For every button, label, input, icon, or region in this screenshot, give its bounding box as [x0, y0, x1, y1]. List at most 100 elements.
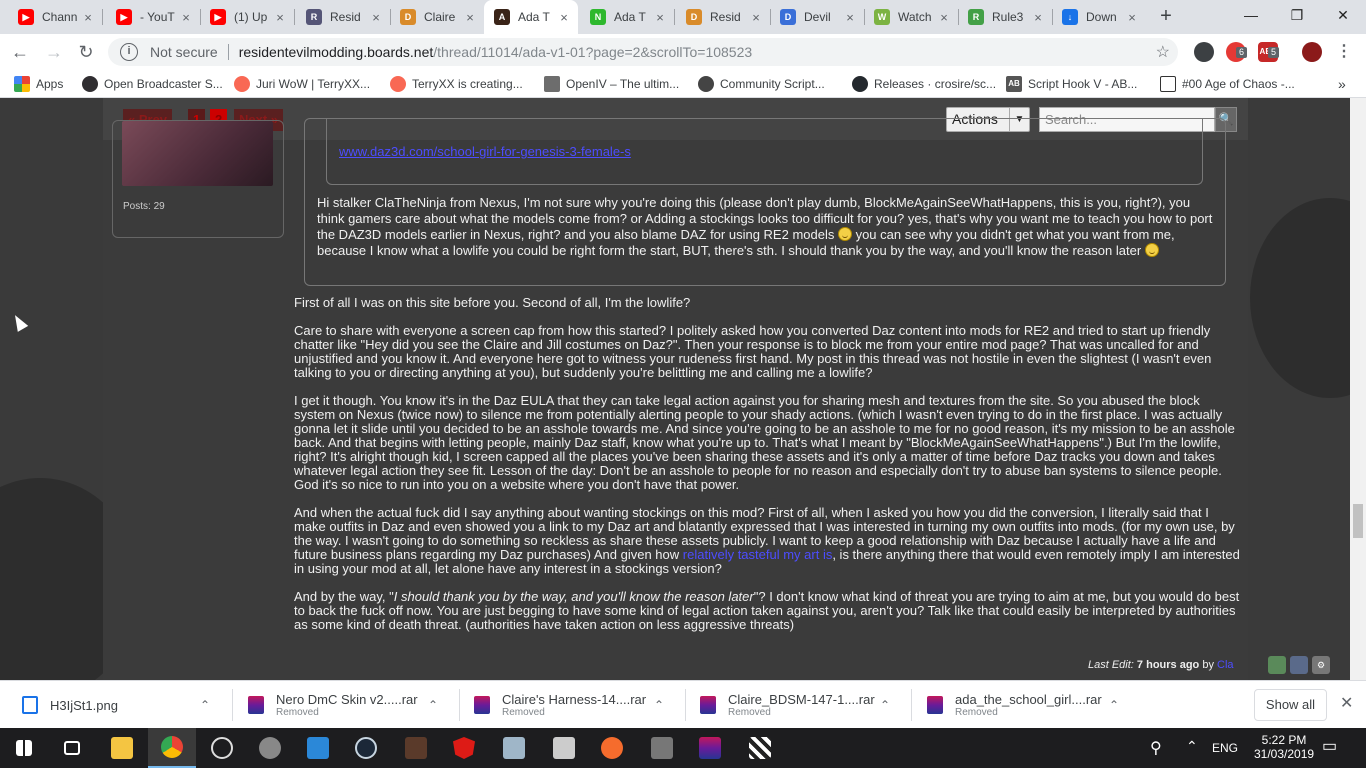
xsplit-button[interactable]	[540, 728, 588, 768]
menu-icon[interactable]: ⋮	[1334, 42, 1354, 62]
chevron-up-icon[interactable]: ⌃	[428, 698, 438, 712]
browser-tab[interactable]: ↓ Down ×	[1052, 0, 1146, 34]
start-button[interactable]	[0, 728, 48, 768]
language-indicator[interactable]: ENG	[1212, 741, 1238, 768]
close-downloads-icon[interactable]: ✕	[1340, 693, 1353, 713]
page-scrollbar[interactable]	[1350, 98, 1366, 680]
bookmark-label: Juri WoW | TerryXX...	[256, 77, 371, 91]
close-tab-icon[interactable]: ×	[556, 10, 572, 25]
chevron-up-icon[interactable]: ⌃	[1109, 698, 1119, 712]
tab-title: Devil	[804, 10, 831, 24]
close-tab-icon[interactable]: ×	[178, 10, 194, 25]
satellite-app-button[interactable]	[246, 728, 294, 768]
close-tab-icon[interactable]: ×	[936, 10, 952, 25]
bookmark-age-of-chaos[interactable]: #00 Age of Chaos -...	[1160, 70, 1295, 98]
close-tab-icon[interactable]: ×	[462, 10, 478, 25]
reload-button[interactable]: ↻	[72, 38, 100, 66]
scrollbar-thumb[interactable]	[1353, 504, 1363, 538]
download-item[interactable]: Nero DmC Skin v2.....rar Removed ⌃	[248, 681, 448, 729]
browser-tab[interactable]: W Watch ×	[864, 0, 958, 34]
forward-button[interactable]: →	[40, 38, 68, 66]
bookmark-openiv[interactable]: OpenIV – The ultim...	[544, 70, 679, 98]
browser-tab[interactable]: R Rule3 ×	[958, 0, 1052, 34]
m-app-button[interactable]	[638, 728, 686, 768]
browser-tab[interactable]: R Resid ×	[296, 0, 390, 34]
profile-avatar[interactable]	[1302, 42, 1322, 62]
store-app-button[interactable]	[490, 728, 538, 768]
maximize-button[interactable]: ❐	[1274, 0, 1320, 30]
winrar-button[interactable]	[686, 728, 734, 768]
browser-tab[interactable]: D Resid ×	[676, 0, 770, 34]
file-explorer-button[interactable]	[98, 728, 146, 768]
tab-title: Watch	[898, 10, 932, 24]
bookmark-juri[interactable]: Juri WoW | TerryXX...	[234, 70, 370, 98]
chevron-up-icon[interactable]: ⌃	[880, 698, 890, 712]
close-tab-icon[interactable]: ×	[272, 10, 288, 25]
close-tab-icon[interactable]: ×	[842, 10, 858, 25]
windows-taskbar: ⚲ ⌃ ENG 5:22 PM 31/03/2019 ▭	[0, 728, 1366, 768]
bookmark-github[interactable]: Releases · crosire/sc...	[852, 70, 996, 98]
address-bar[interactable]: i Not secure residentevilmodding.boards.…	[108, 38, 1178, 66]
download-item[interactable]: Claire_BDSM-147-1....rar Removed ⌃	[700, 681, 900, 729]
browser-tab[interactable]: D Devil ×	[770, 0, 864, 34]
close-tab-icon[interactable]: ×	[652, 10, 668, 25]
download-name-group: H3IjSt1.png	[50, 698, 118, 713]
close-tab-icon[interactable]: ×	[80, 10, 96, 25]
browser-tab[interactable]: ▶ Chann ×	[8, 0, 102, 34]
window-icon[interactable]	[1290, 656, 1308, 674]
download-item[interactable]: ada_the_school_girl....rar Removed ⌃	[927, 681, 1127, 729]
browser-tab[interactable]: D Claire ×	[390, 0, 484, 34]
extension-icon[interactable]	[1194, 42, 1214, 62]
bookmark-obs[interactable]: Open Broadcaster S...	[82, 70, 223, 98]
download-item[interactable]: H3IjSt1.png ⌃	[22, 681, 222, 729]
chevron-up-icon[interactable]: ⌃	[654, 698, 664, 712]
m-app-icon	[651, 737, 673, 759]
show-all-downloads-button[interactable]: Show all	[1254, 689, 1327, 721]
back-button[interactable]: ←	[6, 38, 34, 66]
bookmark-label: Releases · crosire/sc...	[874, 77, 997, 91]
bookmark-terryxx[interactable]: TerryXX is creating...	[390, 70, 523, 98]
clock[interactable]: 5:22 PM 31/03/2019	[1254, 733, 1314, 768]
browser-tab[interactable]: A Ada T ×	[484, 0, 578, 34]
minimize-button[interactable]: —	[1228, 0, 1274, 30]
gear-icon[interactable]: ⚙	[1312, 656, 1330, 674]
daz-link[interactable]: www.daz3d.com/school-girl-for-genesis-3-…	[339, 144, 631, 159]
forum-panel: « Prev 1 2 Next » Actions ▼ Search... 🔍 …	[103, 98, 1248, 680]
bookmark-star-icon[interactable]: ☆	[1156, 42, 1170, 62]
bookmark-scripthook[interactable]: AB Script Hook V - AB...	[1006, 70, 1137, 98]
game-app-button[interactable]	[392, 728, 440, 768]
steam-button[interactable]	[342, 728, 390, 768]
origin-button[interactable]	[588, 728, 636, 768]
info-icon[interactable]: i	[120, 43, 138, 61]
clapper-app-button[interactable]	[736, 728, 784, 768]
chevron-up-tray-icon[interactable]: ⌃	[1186, 738, 1198, 768]
browser-tab[interactable]: N Ada T ×	[580, 0, 674, 34]
bookmarks-overflow-button[interactable]: »	[1338, 70, 1346, 98]
people-tray-icon[interactable]: ⚲	[1150, 738, 1166, 768]
obs-taskbar-button[interactable]	[198, 728, 246, 768]
notifications-icon[interactable]: ▭	[1322, 736, 1337, 768]
browser-tab[interactable]: ▶ (1) Up ×	[200, 0, 294, 34]
angular-app-button[interactable]	[440, 728, 488, 768]
photos-app-button[interactable]	[294, 728, 342, 768]
new-tab-button[interactable]: +	[1154, 4, 1178, 28]
download-item[interactable]: Claire's Harness-14....rar Removed ⌃	[474, 681, 674, 729]
browser-tab[interactable]: ▶ - YouT ×	[106, 0, 200, 34]
chevron-up-icon[interactable]: ⌃	[200, 698, 210, 712]
bookmark-apps[interactable]: Apps	[14, 70, 63, 98]
tab-separator	[674, 9, 675, 25]
close-tab-icon[interactable]: ×	[1124, 10, 1140, 25]
close-tab-icon[interactable]: ×	[748, 10, 764, 25]
author-avatar[interactable]	[122, 121, 273, 186]
art-link[interactable]: relatively tasteful my art is	[683, 547, 833, 562]
close-tab-icon[interactable]: ×	[1030, 10, 1046, 25]
close-tab-icon[interactable]: ×	[368, 10, 384, 25]
chrome-taskbar-button[interactable]	[148, 728, 196, 768]
close-window-button[interactable]: ✕	[1320, 0, 1366, 30]
bookmark-community[interactable]: Community Script...	[698, 70, 825, 98]
tab-title: Down	[1086, 10, 1117, 24]
last-edit-user-link[interactable]: Cla	[1217, 659, 1234, 671]
task-view-button[interactable]	[48, 728, 96, 768]
last-edit-by: by	[1202, 659, 1214, 671]
people-icon[interactable]	[1268, 656, 1286, 674]
